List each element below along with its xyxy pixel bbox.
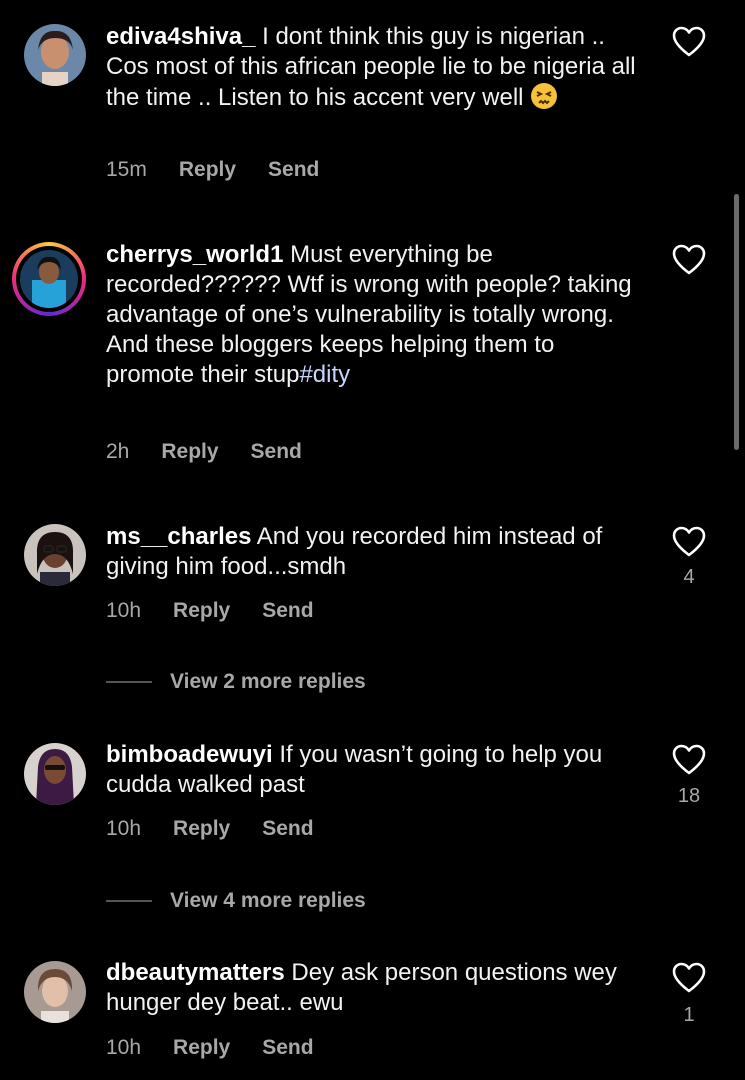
like-count[interactable]: 18 — [668, 785, 710, 808]
username[interactable]: bimboadewuyi — [106, 741, 273, 768]
username[interactable]: ediva4shiva_ — [106, 23, 255, 50]
view-replies-button[interactable]: View 4 more replies — [106, 889, 366, 913]
view-replies-button[interactable]: View 2 more replies — [106, 670, 366, 694]
timestamp: 10h — [106, 599, 142, 622]
timestamp: 10h — [106, 817, 142, 840]
comment-meta: 2h Reply Send — [106, 440, 302, 464]
send-button[interactable]: Send — [251, 440, 302, 464]
comment-meta: 10h Reply Send — [106, 599, 314, 623]
username[interactable]: cherrys_world1 — [106, 241, 283, 268]
comment-body: ms__charles And you recorded him instead… — [106, 522, 646, 582]
send-button[interactable]: Send — [268, 158, 319, 182]
comment-body: bimboadewuyi If you wasn’t going to help… — [106, 740, 646, 800]
avatar[interactable] — [24, 24, 86, 86]
username[interactable]: dbeautymatters — [106, 959, 285, 986]
send-button[interactable]: Send — [262, 817, 313, 841]
comment-body: ediva4shiva_ I dont think this guy is ni… — [106, 22, 646, 113]
comment-meta: 15m Reply Send — [106, 158, 319, 182]
reply-button[interactable]: Reply — [179, 158, 236, 182]
heart-icon[interactable] — [672, 244, 706, 276]
comment-meta: 10h Reply Send — [106, 817, 314, 841]
comment-body: cherrys_world1 Must everything be record… — [106, 240, 646, 390]
scrollbar[interactable] — [734, 194, 739, 450]
heart-icon[interactable] — [672, 526, 706, 558]
timestamp: 10h — [106, 1036, 142, 1059]
reply-button[interactable]: Reply — [173, 599, 230, 623]
reply-button[interactable]: Reply — [173, 1036, 230, 1060]
persevering-face-emoji — [530, 83, 557, 109]
like-count[interactable]: 1 — [668, 1004, 710, 1027]
timestamp: 15m — [106, 158, 147, 181]
send-button[interactable]: Send — [262, 599, 313, 623]
reply-button[interactable]: Reply — [161, 440, 218, 464]
avatar[interactable] — [24, 743, 86, 805]
heart-icon[interactable] — [672, 26, 706, 58]
view-replies-label: View 4 more replies — [170, 889, 366, 912]
avatar[interactable] — [24, 524, 86, 586]
view-replies-label: View 2 more replies — [170, 670, 366, 693]
comment-meta: 10h Reply Send — [106, 1036, 314, 1060]
reply-button[interactable]: Reply — [173, 817, 230, 841]
avatar — [20, 250, 78, 308]
hashtag-link[interactable]: #dity — [299, 361, 350, 388]
comment-body: dbeautymatters Dey ask person questions … — [106, 958, 646, 1018]
avatar[interactable] — [24, 961, 86, 1023]
like-count[interactable]: 4 — [668, 566, 710, 589]
divider-line — [106, 900, 152, 902]
heart-icon[interactable] — [672, 744, 706, 776]
heart-icon[interactable] — [672, 962, 706, 994]
divider-line — [106, 681, 152, 683]
username[interactable]: ms__charles — [106, 523, 251, 550]
timestamp: 2h — [106, 440, 130, 463]
send-button[interactable]: Send — [262, 1036, 313, 1060]
avatar-story-ring[interactable] — [12, 242, 86, 316]
